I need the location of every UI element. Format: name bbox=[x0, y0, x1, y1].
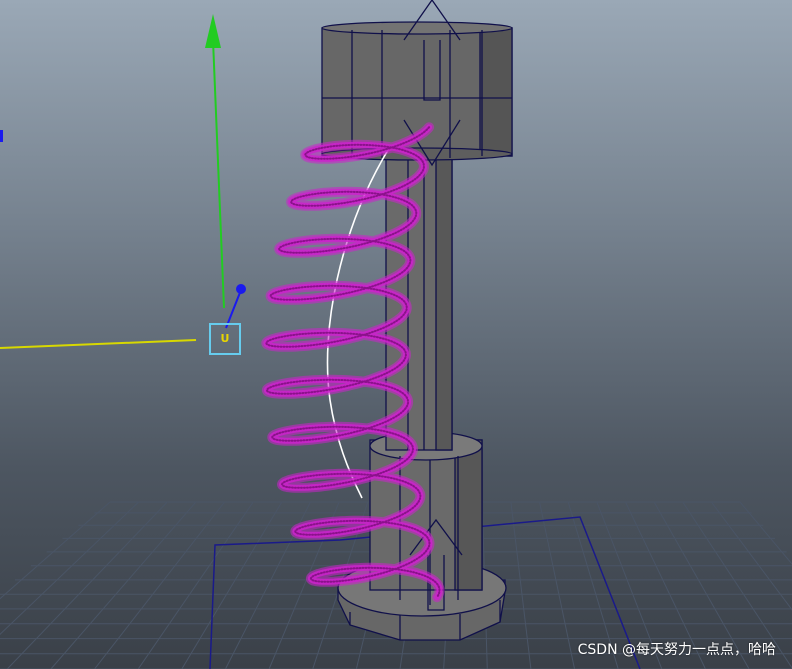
grid-line bbox=[510, 501, 532, 669]
z-axis-line bbox=[225, 289, 242, 329]
axis-gizmo[interactable] bbox=[0, 14, 246, 355]
shaft-shade bbox=[435, 149, 453, 451]
y-axis-line bbox=[212, 39, 225, 309]
z-axis-offscreen-marker bbox=[0, 130, 3, 142]
watermark-text: CSDN @每天努力一点点，哈哈 bbox=[577, 642, 776, 658]
grid-line bbox=[181, 501, 283, 669]
grid-line bbox=[50, 501, 197, 669]
z-axis-handle-icon[interactable] bbox=[236, 284, 246, 294]
maya-viewport[interactable]: U CSDN @每天努力一点点，哈哈 bbox=[0, 0, 792, 669]
grid-line bbox=[6, 501, 168, 669]
grid-line bbox=[0, 501, 111, 600]
scene-canvas[interactable] bbox=[0, 0, 792, 669]
grid-line bbox=[94, 501, 225, 669]
bottom-cylinder-shade bbox=[454, 439, 483, 591]
top-cap-shade bbox=[479, 27, 513, 157]
grid-line bbox=[137, 501, 254, 669]
x-axis-line bbox=[0, 339, 197, 349]
locator-handle-label: U bbox=[220, 332, 230, 345]
y-axis-arrow-icon[interactable] bbox=[205, 14, 221, 48]
grid-line bbox=[0, 501, 139, 635]
top-cap-top bbox=[321, 21, 513, 35]
grid-line bbox=[539, 501, 576, 669]
